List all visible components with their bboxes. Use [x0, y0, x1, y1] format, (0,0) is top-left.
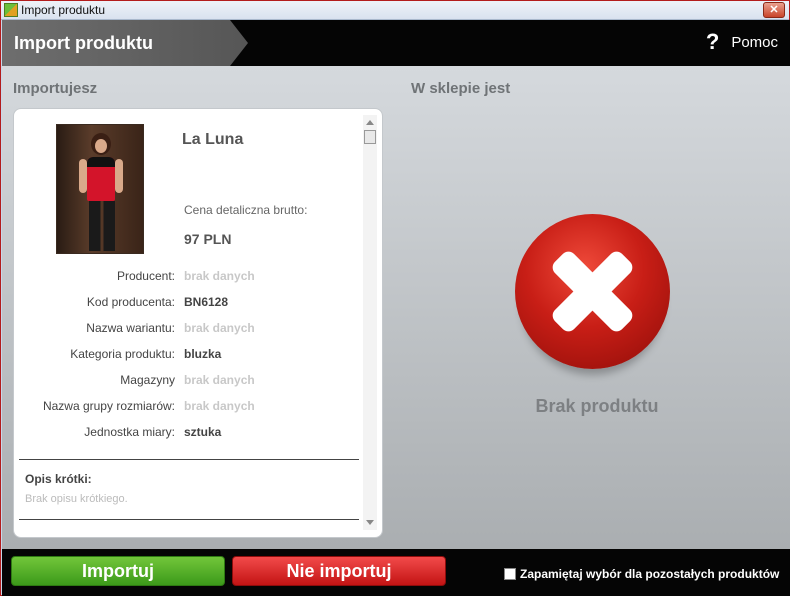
attribute-value: brak danych — [184, 269, 255, 283]
short-description-text: Brak opisu krótkiego. — [25, 493, 128, 505]
remember-label: Zapamiętaj wybór dla pozostałych produkt… — [520, 567, 780, 581]
attribute-row: Producent: brak danych — [14, 269, 359, 289]
page-title: Import produktu — [14, 33, 153, 53]
in-store-heading: W sklepie jest — [411, 80, 511, 97]
attribute-value: brak danych — [184, 399, 255, 413]
attribute-label: Jednostka miary: — [84, 425, 175, 439]
app-window: Import produktu ✕ Import produktu ? Pomo… — [0, 0, 790, 596]
attribute-value: bluzka — [184, 347, 222, 361]
no-import-button[interactable]: Nie importuj — [232, 556, 446, 586]
attribute-label: Nazwa wariantu: — [86, 321, 175, 335]
attribute-label: Magazyny — [120, 373, 175, 387]
scroll-thumb[interactable] — [364, 130, 376, 144]
attribute-row: Nazwa wariantu: brak danych — [14, 321, 359, 341]
attribute-value: brak danych — [184, 321, 255, 335]
remember-checkbox[interactable] — [504, 568, 516, 580]
attribute-row: Nazwa grupy rozmiarów: brak danych — [14, 399, 359, 419]
short-description-label: Opis krótki: — [25, 472, 92, 486]
attribute-label: Kod producenta: — [86, 295, 175, 309]
close-icon — [515, 214, 670, 369]
help-icon: ? — [705, 29, 720, 54]
scroll-down-icon[interactable] — [366, 520, 374, 525]
attribute-value: BN6128 — [184, 295, 229, 309]
app-icon — [4, 3, 18, 17]
attribute-row: Magazyny brak danych — [14, 373, 359, 393]
footer-bar: Importuj Nie importuj Zapamiętaj wybór d… — [2, 549, 790, 596]
remember-choice-option[interactable]: Zapamiętaj wybór dla pozostałych produkt… — [504, 567, 779, 581]
window-close-button[interactable]: ✕ — [763, 2, 785, 18]
divider — [19, 519, 359, 520]
divider — [19, 459, 359, 460]
product-card: La Luna Cena detaliczna brutto: 97 PLN P… — [13, 108, 383, 538]
attribute-row: Kategoria produktu: bluzka — [14, 347, 359, 367]
attribute-label: Kategoria produktu: — [70, 347, 175, 361]
attribute-value: sztuka — [184, 425, 222, 439]
product-name: La Luna — [182, 131, 244, 148]
attribute-label: Producent: — [116, 269, 175, 283]
help-label: Pomoc — [731, 33, 778, 51]
attribute-value: brak danych — [184, 373, 255, 387]
window-title: Import produktu — [21, 3, 106, 17]
product-photo — [56, 124, 144, 254]
status-text: Brak produktu — [535, 396, 659, 416]
header-bar: Import produktu ? Pomoc — [2, 20, 790, 66]
x-circle-icon — [515, 214, 670, 369]
attribute-row: Jednostka miary: sztuka — [14, 425, 359, 445]
scroll-up-icon[interactable] — [366, 120, 374, 125]
attribute-label: Nazwa grupy rozmiarów: — [42, 399, 175, 413]
help-button[interactable]: ? Pomoc — [705, 29, 778, 54]
importing-heading: Importujesz — [13, 80, 98, 97]
title-bar[interactable]: Import produktu ✕ — [1, 1, 789, 20]
card-scrollbar[interactable] — [363, 115, 377, 530]
main-area: Importujesz W sklepie jest La Luna Cena … — [2, 66, 790, 549]
attribute-row: Kod producenta: BN6128 — [14, 295, 359, 315]
price-value: 97 PLN — [184, 231, 232, 247]
import-button[interactable]: Importuj — [11, 556, 225, 586]
price-label: Cena detaliczna brutto: — [184, 203, 308, 217]
